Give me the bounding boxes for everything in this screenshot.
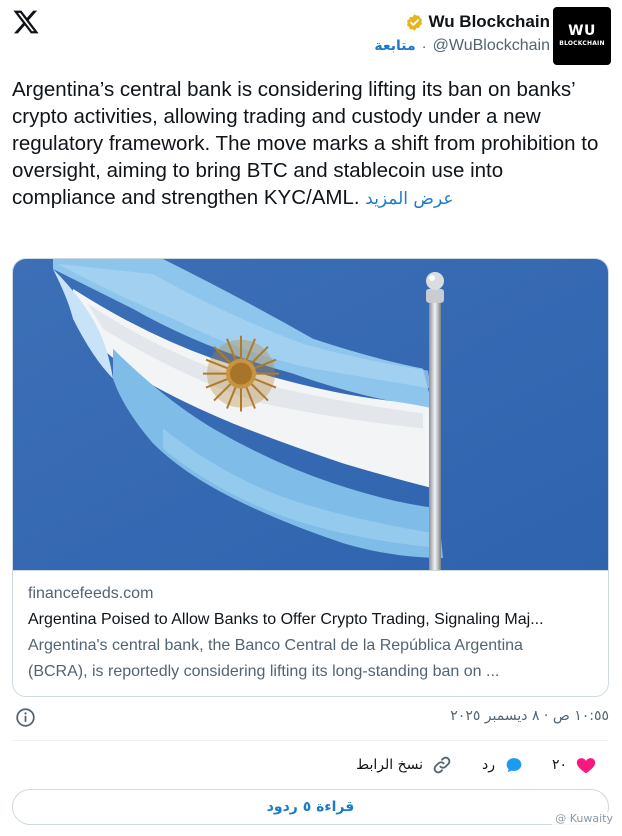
tweet-text: Argentina’s central bank is considering … — [12, 76, 612, 213]
action-bar: ٢٠ رد نسخ الرابط — [12, 750, 609, 780]
card-domain: financefeeds.com — [28, 585, 154, 602]
reply-bubble-icon — [506, 758, 522, 773]
card-description-line-1: Argentina's central bank, the Banco Cent… — [28, 637, 523, 654]
x-logo-icon[interactable] — [12, 8, 40, 36]
card-title: Argentina Poised to Allow Banks to Offer… — [28, 611, 544, 628]
author-display-name: Wu Blockchain — [428, 12, 550, 31]
author-name-row[interactable]: Wu Blockchain — [405, 10, 550, 34]
card-info: financefeeds.com Argentina Poised to All… — [28, 581, 598, 685]
reply-button[interactable]: رد — [482, 750, 525, 780]
divider — [12, 740, 609, 741]
link-icon — [433, 756, 451, 774]
like-count: ٢٠ — [551, 757, 567, 773]
argentina-flag-image — [13, 259, 608, 571]
verified-badge-icon — [407, 13, 423, 31]
tweet-meta-row: ١٠:٥٥ ص · ٨ ديسمبر ٢٠٢٥ — [12, 705, 609, 731]
card-description-line-2: (BCRA), is reportedly considering liftin… — [28, 663, 500, 680]
heart-icon — [576, 758, 596, 774]
link-preview-card[interactable]: financefeeds.com Argentina Poised to All… — [12, 258, 609, 697]
avatar[interactable]: WU BLOCKCHAIN — [553, 7, 611, 65]
reply-label: رد — [482, 757, 495, 773]
copy-link-label: نسخ الرابط — [356, 757, 423, 773]
avatar-text-primary: WU — [568, 23, 596, 39]
info-icon[interactable] — [15, 707, 36, 728]
follow-button[interactable]: متابعة — [374, 38, 415, 54]
avatar-text-secondary: BLOCKCHAIN — [559, 40, 605, 47]
author-handle[interactable]: @WuBlockchain — [433, 37, 550, 55]
author-handle-row: متابعة · @WuBlockchain — [374, 35, 550, 57]
tweet-body: Argentina’s central bank is considering … — [12, 78, 599, 209]
separator-dot: · — [421, 37, 427, 55]
show-more-link[interactable]: عرض المزيد — [365, 189, 453, 209]
copy-link-button[interactable]: نسخ الرابط — [356, 750, 453, 780]
watermark: @ Kuwaity — [552, 812, 616, 825]
read-replies-button[interactable]: قراءة ٥ ردود — [12, 789, 609, 825]
tweet-timestamp[interactable]: ١٠:٥٥ ص · ٨ ديسمبر ٢٠٢٥ — [450, 708, 609, 724]
like-button[interactable]: ٢٠ — [552, 750, 597, 780]
